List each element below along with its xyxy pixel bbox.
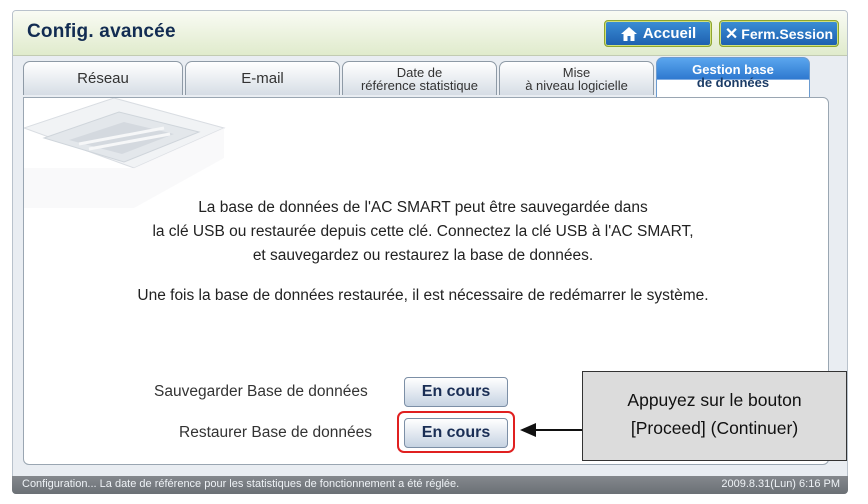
tab-statistics-date-line1: Date de	[396, 64, 443, 80]
tab-software-update-line2: à niveau logicielle	[525, 77, 628, 93]
instruction-callout: Appuyez sur le bouton [Proceed] (Continu…	[582, 371, 847, 461]
description-block: La base de données de l'AC SMART peut êt…	[24, 196, 822, 308]
tab-software-update-line1: Mise	[562, 64, 591, 80]
page-title: Config. avancée	[27, 21, 176, 42]
status-datetime: 2009.8.31(Lun) 6:16 PM	[721, 478, 840, 490]
logout-button-label: Ferm.Session	[741, 25, 834, 42]
restore-label: Restaurer Base de données	[179, 424, 373, 441]
backup-label: Sauvegarder Base de données	[154, 383, 368, 400]
description-line: et sauvegardez ou restaurez la base de d…	[252, 247, 594, 264]
description-line: la clé USB ou restaurée depuis cette clé…	[152, 223, 694, 240]
tab-statistics-date[interactable]: Date de référence statistique	[342, 61, 497, 95]
tab-database-management[interactable]: Gestion base de données	[656, 57, 810, 97]
header-bar: Config. avancée Accueil ✕ Ferm.Session	[13, 11, 847, 56]
tab-database-management-line1: Gestion base	[692, 61, 774, 77]
tab-network-label: Réseau	[77, 70, 129, 87]
description-line: La base de données de l'AC SMART peut êt…	[198, 199, 648, 216]
callout-line: [Proceed] (Continuer)	[630, 418, 799, 438]
home-icon	[620, 26, 637, 41]
tab-bar: Réseau E-mail Date de référence statisti…	[23, 57, 823, 97]
tab-software-update[interactable]: Mise à niveau logicielle	[499, 61, 654, 95]
tab-email[interactable]: E-mail	[185, 61, 340, 95]
callout-arrow-icon	[520, 423, 584, 437]
callout-line: Appuyez sur le bouton	[627, 390, 802, 410]
restart-note: Une fois la base de données restaurée, i…	[137, 287, 709, 304]
backup-proceed-button[interactable]: En cours	[404, 377, 508, 407]
home-button[interactable]: Accueil	[604, 20, 712, 47]
close-icon: ✕	[724, 25, 739, 43]
restore-button-highlight	[397, 411, 515, 453]
home-button-label: Accueil	[642, 25, 697, 42]
logout-button[interactable]: ✕ Ferm.Session	[719, 20, 839, 47]
status-message: Configuration... La date de référence po…	[22, 478, 460, 490]
status-bar: Configuration... La date de référence po…	[12, 476, 848, 494]
tab-database-management-line2: de données	[696, 74, 770, 90]
tab-network[interactable]: Réseau	[23, 61, 183, 95]
tab-email-label: E-mail	[241, 70, 284, 87]
tab-statistics-date-line2: référence statistique	[360, 77, 479, 93]
